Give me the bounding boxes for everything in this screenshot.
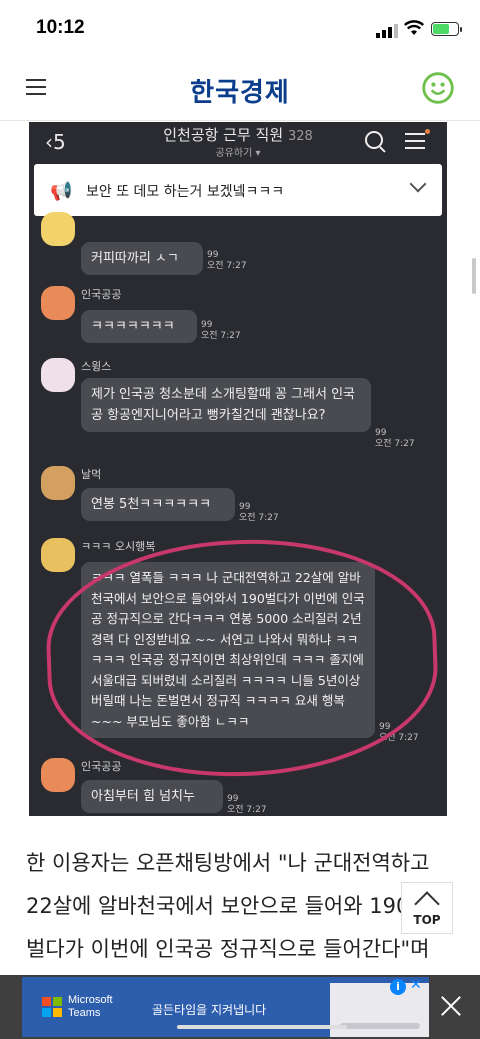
ad-brand-name: Microsoft Teams: [68, 994, 113, 1019]
avatar: [41, 358, 75, 392]
cellular-signal-icon: [376, 24, 398, 38]
message-meta: 99 오전 7:27: [201, 320, 241, 341]
chat-bubble: 연봉 5천ㅋㅋㅋㅋㅋㅋ: [81, 488, 235, 521]
notice-text: 보안 또 데모 하는거 보겠넼ㅋㅋㅋ: [86, 184, 285, 200]
sender-name: 스윙스: [81, 360, 112, 373]
chat-room-title: 인천공항 근무 직원 328: [163, 126, 313, 144]
status-bar: 10:12: [0, 0, 480, 58]
message-meta: 99 오전 7:27: [239, 502, 279, 523]
megaphone-icon: 📢: [50, 181, 73, 202]
ad-close-small-icon[interactable]: ✕: [410, 977, 422, 993]
microsoft-logo-icon: [42, 997, 62, 1017]
chat-top-bar: ‹5 인천공항 근무 직원 328 공유하기 ▾: [29, 122, 447, 162]
chat-bubble: ㅋㅋㅋㅋㅋㅋㅋ: [81, 310, 197, 343]
ad-banner[interactable]: Microsoft Teams 골든타임을 지켜냅니다 i ✕: [22, 977, 429, 1037]
avatar: [41, 466, 75, 500]
home-indicator: [177, 1025, 347, 1029]
article-image-chat-screenshot: ‹5 인천공항 근무 직원 328 공유하기 ▾ 📢 보안 또 데모 하는거 보…: [29, 122, 447, 816]
bottom-ad-bar: Microsoft Teams 골든타임을 지켜냅니다 i ✕: [0, 975, 480, 1039]
chat-menu-icon: [405, 133, 425, 154]
chat-search-icon: [365, 131, 383, 149]
sender-name: 인국공공: [81, 288, 122, 301]
site-header: 한국경제: [0, 58, 480, 121]
site-logo[interactable]: 한국경제: [0, 72, 480, 109]
avatar: [41, 286, 75, 320]
scroll-indicator: [472, 258, 476, 294]
notification-dot: [425, 129, 430, 134]
battery-icon: [431, 22, 462, 36]
smiley-face-icon[interactable]: [422, 72, 454, 104]
sender-name: 날먹: [81, 468, 102, 481]
avatar: [41, 758, 75, 792]
avatar: [41, 212, 75, 246]
ad-info-icon[interactable]: i: [390, 979, 406, 995]
sender-name: ㅋㅋㅋ 오시행복: [81, 540, 156, 553]
message-meta: 99 오전 7:27: [375, 428, 415, 449]
chevron-down-icon: [409, 175, 427, 193]
chat-bubble: 아침부터 힘 넘치누: [81, 780, 223, 813]
close-ad-icon[interactable]: [440, 995, 462, 1017]
top-button-label: TOP: [413, 913, 441, 927]
status-time: 10:12: [36, 17, 85, 38]
ad-copy-text: 골든타임을 지켜냅니다: [152, 1003, 267, 1017]
message-meta: 99 오전 7:27: [227, 794, 267, 815]
sender-name: 인국공공: [81, 760, 122, 773]
chat-bubble: 커피따까리 ㅅㄱ: [81, 242, 203, 275]
message-meta: 99 오전 7:27: [207, 250, 247, 271]
chat-notice-banner: 📢 보안 또 데모 하는거 보겠넼ㅋㅋㅋ: [34, 164, 442, 216]
scroll-to-top-button[interactable]: TOP: [401, 882, 453, 934]
chat-bubble: 제가 인국공 청소분데 소개팅할때 꽁 그래서 인국공 항공엔지니어라고 뻥카칠…: [81, 378, 371, 432]
wifi-icon: [404, 20, 424, 35]
avatar: [41, 538, 75, 572]
